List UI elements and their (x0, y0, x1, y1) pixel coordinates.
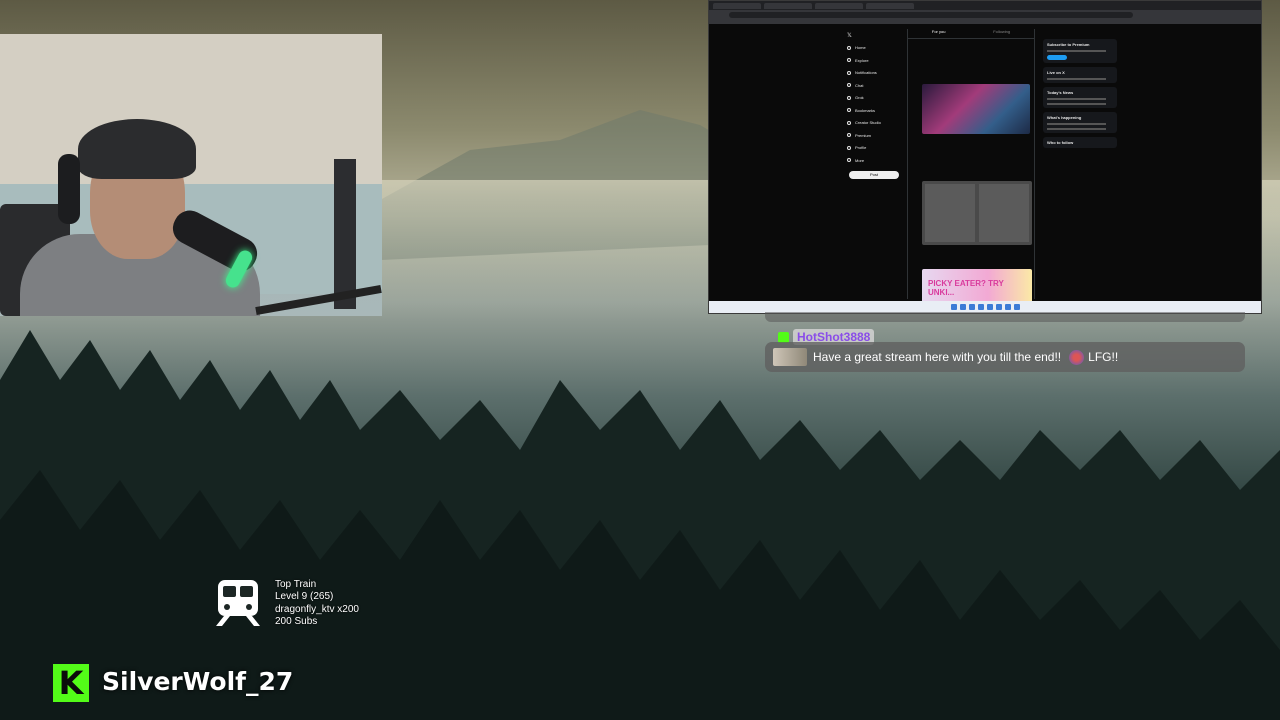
train-top-gifter: dragonfly_ktv x200 (275, 603, 359, 615)
channel-name: SilverWolf_27 (102, 667, 294, 696)
train-icon (216, 578, 260, 628)
nav-item-premium[interactable]: Premium (847, 129, 907, 142)
chat-message-tail: LFG!! (1088, 350, 1119, 364)
x-right-column: Subscribe to Premium Live on X Today's N… (1043, 39, 1117, 152)
nav-item-profile[interactable]: Profile (847, 142, 907, 155)
app-icon[interactable] (977, 304, 984, 310)
browser-tab[interactable] (764, 2, 812, 9)
happening-heading: What's happening (1047, 115, 1082, 120)
follow-heading: Who to follow (1047, 140, 1074, 145)
bookmark-icon (847, 108, 851, 113)
nav-label: Home (855, 45, 866, 51)
live-heading: Live on X (1047, 70, 1065, 75)
nav-label: Grok (855, 95, 864, 101)
train-level: Level 9 (265) (275, 591, 334, 603)
search-icon (847, 58, 851, 63)
post-button[interactable]: Post (849, 171, 899, 179)
text-line (1047, 123, 1107, 125)
nav-item[interactable]: 𝕏 (847, 29, 907, 42)
nav-item-chat[interactable]: Chat (847, 79, 907, 92)
nav-label: Profile (855, 145, 867, 151)
nav-item-more[interactable]: More (847, 154, 907, 167)
kick-logo: K (53, 664, 89, 702)
nav-label: More (855, 157, 865, 163)
tab-for-you[interactable]: For you (932, 29, 946, 38)
nav-label: Explore (855, 57, 869, 63)
app-icon[interactable] (1004, 304, 1011, 310)
address-bar (709, 10, 1261, 19)
app-icon[interactable] (1013, 304, 1020, 310)
post-image[interactable] (922, 181, 1032, 245)
more-icon (847, 158, 851, 163)
nav-label: Bookmarks (855, 107, 876, 113)
studio-icon (847, 120, 851, 125)
url-field[interactable] (729, 11, 1133, 18)
happening-box: What's happening (1043, 112, 1117, 133)
x-feed: For you Following PICKY EATER? TRY UNKI.… (907, 29, 1035, 303)
train-title: Top Train (275, 579, 317, 590)
webcam-feed (0, 34, 382, 316)
feed-tabs: For you Following (908, 29, 1034, 39)
profile-icon (847, 145, 851, 150)
ad-image[interactable]: PICKY EATER? TRY UNKI... (922, 269, 1032, 303)
train-info: Top Train Level 9 (265) dragonfly_ktv x2… (275, 579, 359, 628)
screen-capture: 𝕏 Home Explore Notifications Chat Grok B… (708, 0, 1262, 314)
nav-label: Notifications (855, 70, 877, 76)
home-icon (847, 45, 851, 50)
nav-item-creator-studio[interactable]: Creator Studio (847, 117, 907, 130)
browser-tab[interactable] (713, 2, 761, 9)
text-line (1047, 128, 1107, 130)
chat-message: Have a great stream here with you till t… (765, 342, 1245, 372)
subscribe-button[interactable] (1047, 55, 1067, 60)
chat-message-text: Have a great stream here with you till t… (813, 350, 1062, 364)
chat-avatar (773, 348, 807, 366)
app-icon[interactable] (986, 304, 993, 310)
nav-label: Premium (855, 132, 872, 138)
text-line (1047, 50, 1107, 52)
app-icon[interactable] (995, 304, 1002, 310)
nav-label: Chat (855, 82, 864, 88)
premium-heading: Subscribe to Premium (1047, 42, 1090, 47)
nav-item-notifications[interactable]: Notifications (847, 67, 907, 80)
text-line (1047, 78, 1107, 80)
x-icon (847, 133, 851, 138)
premium-box: Subscribe to Premium (1043, 39, 1117, 63)
text-line (1047, 103, 1107, 105)
nav-label: Creator Studio (855, 120, 881, 126)
nav-item-explore[interactable]: Explore (847, 54, 907, 67)
news-heading: Today's News (1047, 90, 1074, 95)
webcam-monitor (334, 159, 356, 309)
nav-item-home[interactable]: Home (847, 42, 907, 55)
bookmarks-bar (709, 19, 1261, 24)
bell-icon (847, 70, 851, 75)
nav-item-bookmarks[interactable]: Bookmarks (847, 104, 907, 117)
post-image-right (979, 184, 1029, 242)
emote-icon (1069, 349, 1085, 365)
headset (58, 154, 80, 224)
streamer-cap (78, 119, 196, 179)
previous-chat-message (765, 312, 1245, 322)
live-box: Live on X (1043, 67, 1117, 83)
app-icon[interactable] (968, 304, 975, 310)
browser-tab[interactable] (866, 2, 914, 9)
text-line (1047, 98, 1107, 100)
search-icon[interactable] (959, 304, 966, 310)
ad-text: PICKY EATER? TRY UNKI... (928, 279, 1004, 297)
chat-icon (847, 83, 851, 88)
follow-box: Who to follow (1043, 137, 1117, 148)
nav-item-grok[interactable]: Grok (847, 92, 907, 105)
post-image-left (925, 184, 975, 242)
x-sidebar: 𝕏 Home Explore Notifications Chat Grok B… (847, 29, 907, 167)
train-subs: 200 Subs (275, 615, 318, 627)
browser-tab[interactable] (815, 2, 863, 9)
start-icon[interactable] (950, 304, 957, 310)
post-image[interactable] (922, 84, 1030, 134)
tab-following[interactable]: Following (993, 29, 1010, 38)
news-box: Today's News (1043, 87, 1117, 108)
browser-tab-bar (709, 1, 1261, 10)
kick-badge-icon (778, 331, 789, 343)
grok-icon (847, 95, 851, 100)
